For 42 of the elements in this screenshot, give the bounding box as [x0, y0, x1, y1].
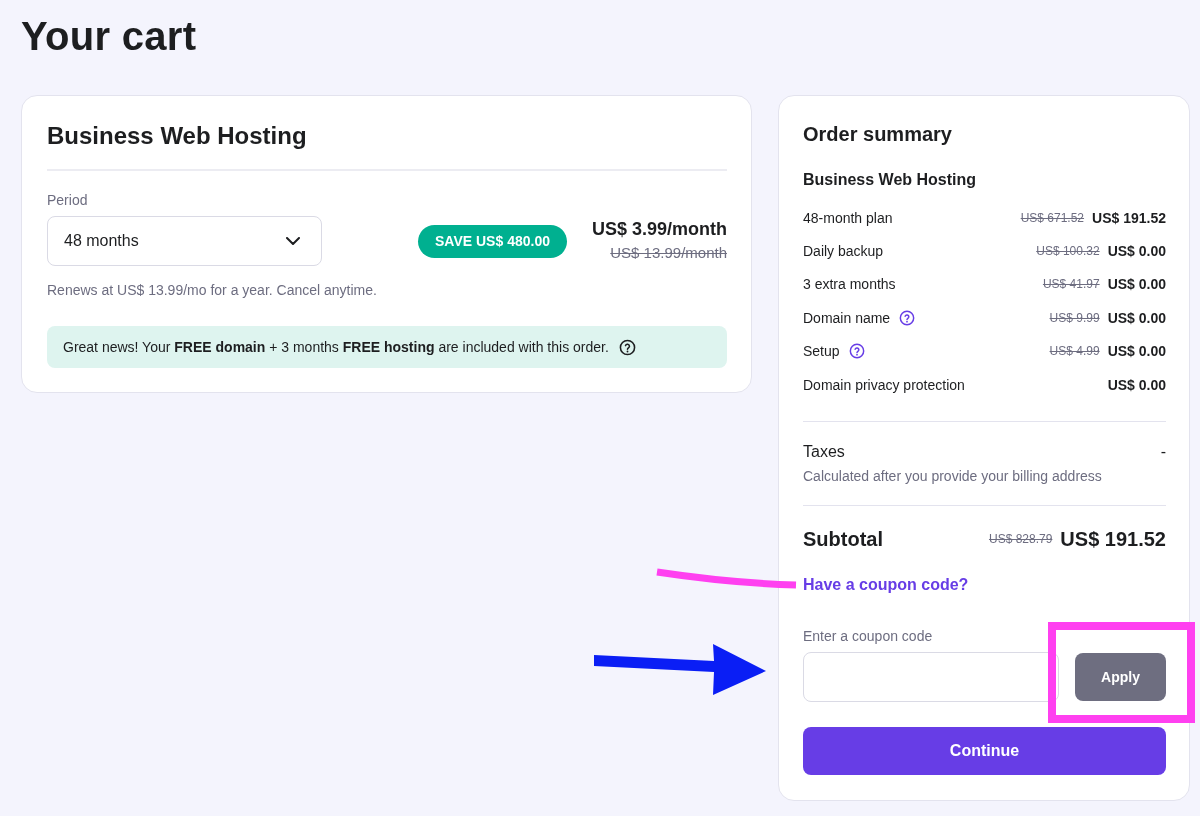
line-old-price: US$ 41.97 — [1042, 277, 1100, 292]
line-label: Setup — [803, 343, 840, 360]
coupon-link[interactable]: Have a coupon code? — [803, 575, 969, 596]
subtotal-price: US$ 191.52 — [1060, 527, 1166, 551]
renewal-note: Renews at US$ 13.99/mo for a year. Cancel anytime. — [47, 281, 378, 299]
subtotal-label: Subtotal — [803, 527, 883, 551]
line-price: US$ 0.00 — [1107, 309, 1166, 326]
savings-badge: SAVE US$ 480.00 — [418, 224, 567, 258]
summary-product-name: Business Web Hosting — [803, 170, 978, 190]
period-label: Period — [47, 191, 89, 209]
product-title: Business Web Hosting — [47, 121, 308, 151]
taxes-note: Calculated after you provide your billing address — [803, 467, 1103, 486]
line-price: US$ 0.00 — [1107, 376, 1166, 393]
taxes-label: Taxes — [803, 442, 845, 463]
line-old-price: US$ 100.32 — [1036, 244, 1100, 259]
help-icon[interactable] — [899, 309, 916, 326]
continue-button[interactable]: Continue — [803, 727, 1166, 776]
line-label: Domain privacy protection — [803, 376, 965, 393]
taxes-value: - — [1160, 442, 1166, 463]
coupon-label: Enter a coupon code — [803, 627, 934, 646]
help-icon[interactable] — [848, 343, 865, 360]
line-price: US$ 0.00 — [1107, 276, 1166, 293]
summary-title: Order summary — [803, 122, 953, 147]
line-old-price: US$ 9.99 — [1049, 310, 1100, 325]
line-price: US$ 191.52 — [1092, 209, 1166, 226]
help-icon[interactable] — [618, 338, 636, 356]
line-price: US$ 0.00 — [1107, 243, 1166, 260]
line-label: 3 extra months — [803, 276, 896, 293]
old-monthly-price: US$ 13.99/month — [610, 243, 727, 263]
promo-text: Great news! Your FREE domain + 3 months FREE hosting are included with this order. — [63, 339, 609, 355]
line-label: 48-month plan — [803, 209, 893, 226]
period-select[interactable]: 48 months — [47, 216, 322, 266]
chevron-down-icon — [286, 237, 300, 245]
line-old-price: US$ 4.99 — [1049, 344, 1100, 359]
line-price: US$ 0.00 — [1107, 343, 1166, 360]
coupon-input[interactable] — [803, 652, 1059, 703]
line-old-price: US$ 671.52 — [1020, 210, 1085, 225]
subtotal-old-price: US$ 828.79 — [988, 532, 1053, 547]
page-title: Your cart — [21, 13, 198, 60]
line-label: Domain name — [803, 309, 891, 326]
monthly-price: US$ 3.99/month — [591, 218, 727, 240]
line-label: Daily backup — [803, 243, 884, 260]
